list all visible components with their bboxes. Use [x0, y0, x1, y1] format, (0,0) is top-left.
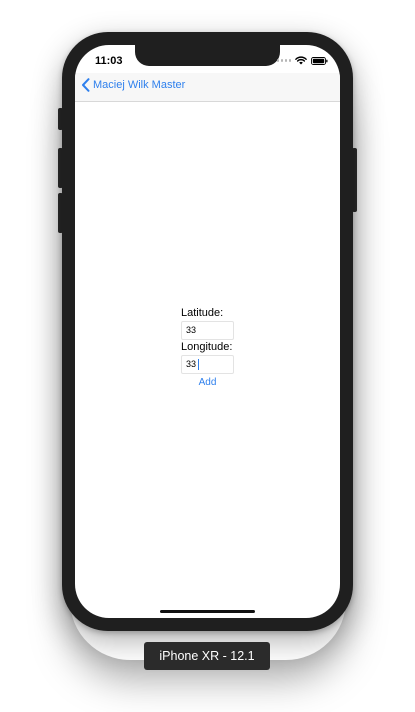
status-time: 11:03 [95, 55, 123, 67]
chevron-left-icon [82, 78, 90, 92]
longitude-input-value: 33 [186, 359, 197, 369]
device-notch [135, 45, 280, 66]
wifi-icon [295, 56, 307, 65]
battery-icon [311, 56, 328, 65]
back-button-label: Maciej Wilk Master [93, 79, 186, 91]
longitude-field-wrapper: 33 [181, 355, 234, 374]
device-model-label: iPhone XR - 12.1 [144, 642, 270, 670]
location-form: Latitude: 33 Longitude: 33 Add [181, 307, 261, 388]
text-cursor [198, 359, 199, 370]
signal-dots-icon [276, 59, 291, 62]
simulator-window: 11:03 Maciej Wilk Master Latitude: 33 Lo… [0, 0, 415, 712]
add-button[interactable]: Add [181, 377, 234, 388]
latitude-field-wrapper: 33 [181, 321, 234, 340]
back-button[interactable]: Maciej Wilk Master [81, 78, 185, 92]
latitude-label: Latitude: [181, 307, 224, 319]
latitude-input-value: 33 [186, 325, 197, 335]
navigation-bar: Maciej Wilk Master [75, 73, 340, 102]
device-screen: 11:03 Maciej Wilk Master Latitude: 33 Lo… [75, 45, 340, 618]
longitude-label: Longitude: [181, 341, 233, 353]
home-indicator[interactable] [160, 610, 255, 613]
status-icons [276, 56, 329, 65]
